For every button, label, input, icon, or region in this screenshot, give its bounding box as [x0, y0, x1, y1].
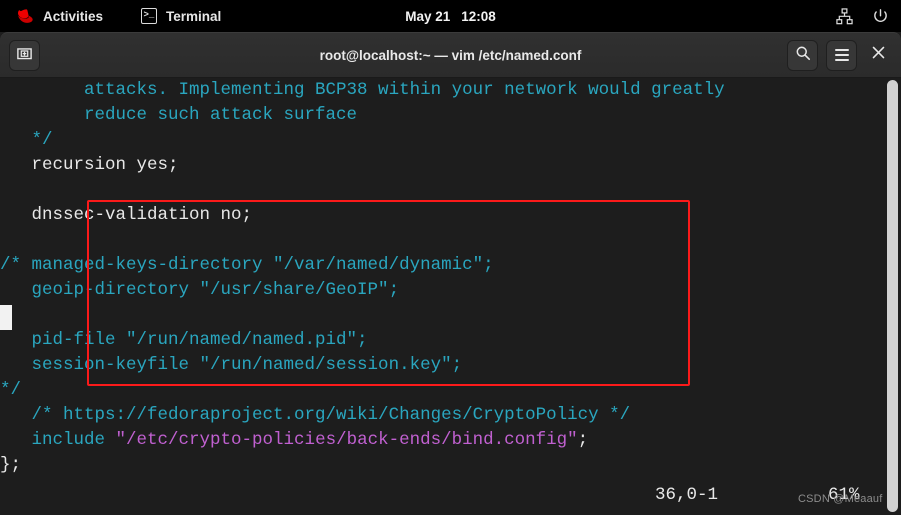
- activities-button[interactable]: Activities: [10, 5, 111, 28]
- terminal-prompt-icon: >_: [141, 8, 158, 24]
- code-span: dnssec-validation no;: [0, 205, 253, 225]
- terminal-content[interactable]: attacks. Implementing BCP38 within your …: [0, 78, 901, 515]
- code-span: */: [0, 380, 22, 400]
- clock-time: 12:08: [461, 8, 496, 24]
- code-line: /* managed-keys-directory "/var/named/dy…: [0, 253, 901, 278]
- code-line: reduce such attack surface: [0, 103, 901, 128]
- close-icon: [872, 46, 885, 64]
- power-icon: [872, 8, 889, 25]
- code-span: recursion yes;: [0, 155, 179, 175]
- close-button[interactable]: [865, 42, 891, 68]
- system-status-area[interactable]: [836, 0, 889, 32]
- code-line: recursion yes;: [0, 153, 901, 178]
- search-icon: [795, 45, 811, 66]
- text-cursor: [0, 305, 12, 330]
- new-tab-button[interactable]: [9, 39, 40, 71]
- code-line: attacks. Implementing BCP38 within your …: [0, 78, 901, 103]
- code-span: "/etc/crypto-policies/back-ends/bind.con…: [115, 430, 578, 450]
- code-span: include: [0, 430, 116, 450]
- screen-root: Activities >_ Terminal May 21 12:08 root…: [0, 0, 901, 515]
- search-button[interactable]: [787, 39, 818, 71]
- vim-buffer[interactable]: attacks. Implementing BCP38 within your …: [0, 78, 901, 478]
- code-span: ;: [577, 430, 589, 450]
- titlebar-button-group: [787, 39, 891, 71]
- code-line: };: [0, 453, 901, 478]
- code-span: /* managed-keys-directory "/var/named/dy…: [0, 255, 494, 275]
- code-span: attacks. Implementing BCP38 within your …: [0, 80, 725, 100]
- top-bar-left-group: Activities >_ Terminal: [0, 4, 231, 28]
- new-tab-icon: [16, 44, 33, 66]
- activities-label: Activities: [43, 8, 104, 24]
- code-line: */: [0, 378, 901, 403]
- code-span: /* https://fedoraproject.org/wiki/Change…: [0, 405, 631, 425]
- gnome-top-bar: Activities >_ Terminal May 21 12:08: [0, 0, 901, 32]
- app-menu-label: Terminal: [166, 8, 222, 24]
- code-line: dnssec-validation no;: [0, 203, 901, 228]
- window-title: root@localhost:~ — vim /etc/named.conf: [319, 47, 582, 63]
- code-line: pid-file "/run/named/named.pid";: [0, 328, 901, 353]
- clock-button[interactable]: May 21 12:08: [405, 9, 496, 24]
- vim-ruler: 36,0-1 61%: [0, 483, 901, 509]
- hamburger-menu-icon: [834, 49, 849, 61]
- network-wired-icon: [836, 7, 853, 25]
- code-span: */: [0, 130, 53, 150]
- code-span: geoip-directory "/usr/share/GeoIP";: [0, 280, 400, 300]
- code-line: /* https://fedoraproject.org/wiki/Change…: [0, 403, 901, 428]
- menu-button[interactable]: [826, 39, 857, 71]
- app-menu-terminal[interactable]: >_ Terminal: [131, 4, 231, 28]
- clock-date: May 21: [405, 8, 451, 24]
- code-span: };: [0, 455, 22, 475]
- redhat-logo-icon: [17, 8, 35, 24]
- watermark: CSDN @Meaauf: [798, 493, 883, 505]
- code-line: geoip-directory "/usr/share/GeoIP";: [0, 278, 901, 303]
- window-titlebar: root@localhost:~ — vim /etc/named.conf: [0, 32, 901, 78]
- cursor-position: 36,0-1: [655, 485, 719, 505]
- code-line: include "/etc/crypto-policies/back-ends/…: [0, 428, 901, 453]
- code-span: session-keyfile "/run/named/session.key"…: [0, 355, 463, 375]
- terminal-scrollbar[interactable]: [887, 80, 898, 512]
- scrollbar-thumb[interactable]: [887, 80, 898, 512]
- code-span: pid-file "/run/named/named.pid";: [0, 330, 368, 350]
- code-span: reduce such attack surface: [0, 105, 358, 125]
- code-line: session-keyfile "/run/named/session.key"…: [0, 353, 901, 378]
- code-line: */: [0, 128, 901, 153]
